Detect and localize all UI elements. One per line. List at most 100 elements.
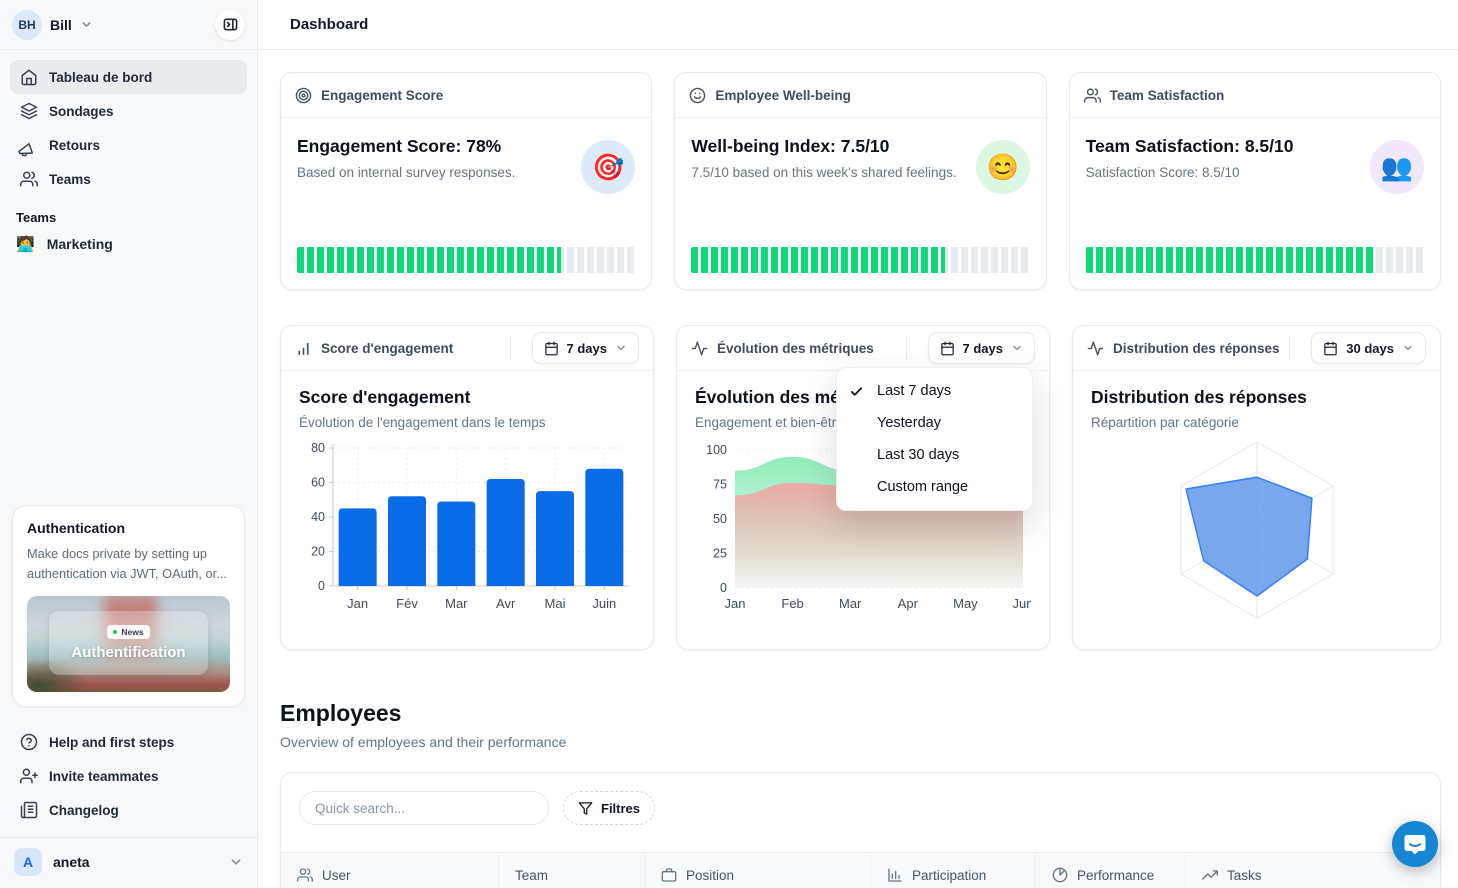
employees-subtitle: Overview of employees and their performa… [280, 734, 1441, 750]
card-header-label: Score d'engagement [321, 341, 453, 356]
svg-text:Jan: Jan [725, 596, 746, 611]
account-switcher[interactable]: A aneta [0, 837, 257, 888]
stat-subtitle: Based on internal survey responses. [297, 165, 515, 180]
column-header-team[interactable]: Team [499, 853, 645, 888]
stat-cards-row: Engagement Score Engagement Score: 78% B… [280, 72, 1441, 290]
changelog-label: Changelog [49, 803, 119, 818]
card-body: Team Satisfaction: 8.5/10 Satisfaction S… [1070, 118, 1440, 289]
promo-image-caption: Authentification [71, 644, 185, 661]
sidebar-item-sondages[interactable]: Sondages [10, 94, 247, 128]
sidebar-item-retours[interactable]: Retours [10, 128, 247, 162]
employees-table-header: User Team Position Participation [281, 852, 1440, 888]
card-header: Engagement Score [281, 73, 651, 118]
column-header-participation[interactable]: Participation [871, 853, 1036, 888]
promo-image-overlay: News Authentification [49, 611, 207, 674]
technologist-emoji-icon: 🧑‍💻 [16, 235, 35, 253]
target-icon [295, 87, 312, 104]
user-plus-icon [20, 767, 38, 785]
intercom-chat-button[interactable] [1392, 821, 1438, 867]
svg-text:100: 100 [706, 443, 727, 457]
well-being-card: Employee Well-being Well-being Index: 7.… [674, 72, 1046, 290]
newspaper-icon [20, 801, 38, 819]
sidebar-item-label: Teams [49, 172, 91, 187]
range-label: 30 days [1346, 341, 1394, 356]
card-body: Well-being Index: 7.5/10 7.5/10 based on… [675, 118, 1045, 289]
range-select-button[interactable]: 7 days [532, 332, 639, 364]
page-title: Dashboard [290, 16, 368, 33]
sidebar-item-label: Tableau de bord [49, 70, 152, 85]
card-header-label: Évolution des métriques [717, 341, 874, 356]
card-header: Team Satisfaction [1070, 73, 1440, 118]
radar-chart [1091, 422, 1422, 640]
filters-button[interactable]: Filtres [563, 791, 655, 825]
svg-text:40: 40 [311, 510, 325, 524]
metrics-chart-card: Évolution des métriques 7 days Évolution… [676, 325, 1050, 650]
card-header: Distribution des réponses 30 days [1073, 326, 1440, 371]
range-label: 7 days [567, 341, 607, 356]
activity-icon [1087, 340, 1104, 357]
column-label: Participation [912, 868, 986, 883]
range-select-button[interactable]: 30 days [1311, 332, 1426, 364]
sidebar-footer: Help and first steps Invite teammates Ch… [0, 719, 257, 831]
svg-text:0: 0 [720, 581, 727, 595]
chart-title: Score d'engagement [299, 387, 635, 408]
dart-emoji-icon: 🎯 [581, 140, 635, 194]
help-link[interactable]: Help and first steps [10, 725, 247, 759]
panel-collapse-icon [223, 17, 238, 32]
progress-bar [1086, 247, 1424, 273]
svg-text:75: 75 [713, 478, 727, 492]
sidebar-collapse-button[interactable] [215, 10, 245, 40]
card-body: Engagement Score: 78% Based on internal … [281, 118, 651, 289]
megaphone-icon [20, 136, 38, 154]
workspace-avatar: BH [12, 10, 42, 40]
svg-text:50: 50 [713, 512, 727, 526]
check-icon [849, 384, 870, 399]
bar-chart-icon [295, 340, 312, 357]
sidebar-item-teams[interactable]: Teams [10, 162, 247, 196]
menu-item-custom-range[interactable]: Custom range [837, 471, 1032, 503]
range-select-button[interactable]: 7 days [928, 332, 1035, 364]
calendar-icon [940, 341, 955, 356]
calendar-icon [544, 341, 559, 356]
chart-subtitle: Évolution de l'engagement dans le temps [299, 415, 635, 430]
sidebar-item-tableau-de-bord[interactable]: Tableau de bord [10, 60, 247, 94]
chevron-down-icon [1011, 342, 1023, 354]
svg-text:Avr: Avr [496, 596, 516, 611]
home-icon [20, 68, 38, 86]
range-label: 7 days [963, 341, 1003, 356]
employees-toolbar: Filtres [281, 773, 1440, 825]
busts-emoji-icon: 👥 [1370, 140, 1424, 194]
promo-card-authentication[interactable]: Authentication Make docs private by sett… [12, 505, 245, 707]
column-label: Position [686, 868, 734, 883]
engagement-chart-card: Score d'engagement 7 days Score d'engage… [280, 325, 654, 650]
promo-title: Authentication [27, 520, 230, 536]
workspace-switcher[interactable]: BH Bill [0, 0, 257, 50]
menu-item-yesterday[interactable]: Yesterday [837, 407, 1032, 439]
dashboard-content: Engagement Score Engagement Score: 78% B… [258, 50, 1458, 888]
menu-item-last-30-days[interactable]: Last 30 days [837, 439, 1032, 471]
smiling-emoji-icon: 😊 [976, 140, 1030, 194]
employees-title: Employees [280, 700, 1441, 727]
account-avatar: A [14, 848, 42, 876]
menu-item-last-7-days[interactable]: Last 7 days [837, 375, 1032, 407]
search-input[interactable] [299, 791, 549, 825]
svg-text:May: May [953, 596, 978, 611]
menu-item-label: Yesterday [877, 415, 941, 431]
column-header-performance[interactable]: Performance [1036, 853, 1186, 888]
changelog-link[interactable]: Changelog [10, 793, 247, 827]
account-name: aneta [53, 854, 90, 870]
calendar-icon [1323, 341, 1338, 356]
column-header-user[interactable]: User [281, 853, 499, 888]
sidebar-item-marketing[interactable]: 🧑‍💻 Marketing [0, 229, 257, 259]
chat-icon [1403, 832, 1427, 856]
chart-title: Distribution des réponses [1091, 387, 1422, 408]
svg-text:80: 80 [311, 441, 325, 455]
svg-text:Fév: Fév [396, 596, 418, 611]
sidebar-nav: Tableau de bord Sondages Retours Teams [0, 50, 257, 196]
menu-item-label: Last 7 days [877, 383, 951, 399]
column-label: User [322, 868, 351, 883]
svg-text:25: 25 [713, 547, 727, 561]
invite-teammates-link[interactable]: Invite teammates [10, 759, 247, 793]
svg-text:Jun: Jun [1013, 596, 1031, 611]
column-header-position[interactable]: Position [645, 853, 871, 888]
